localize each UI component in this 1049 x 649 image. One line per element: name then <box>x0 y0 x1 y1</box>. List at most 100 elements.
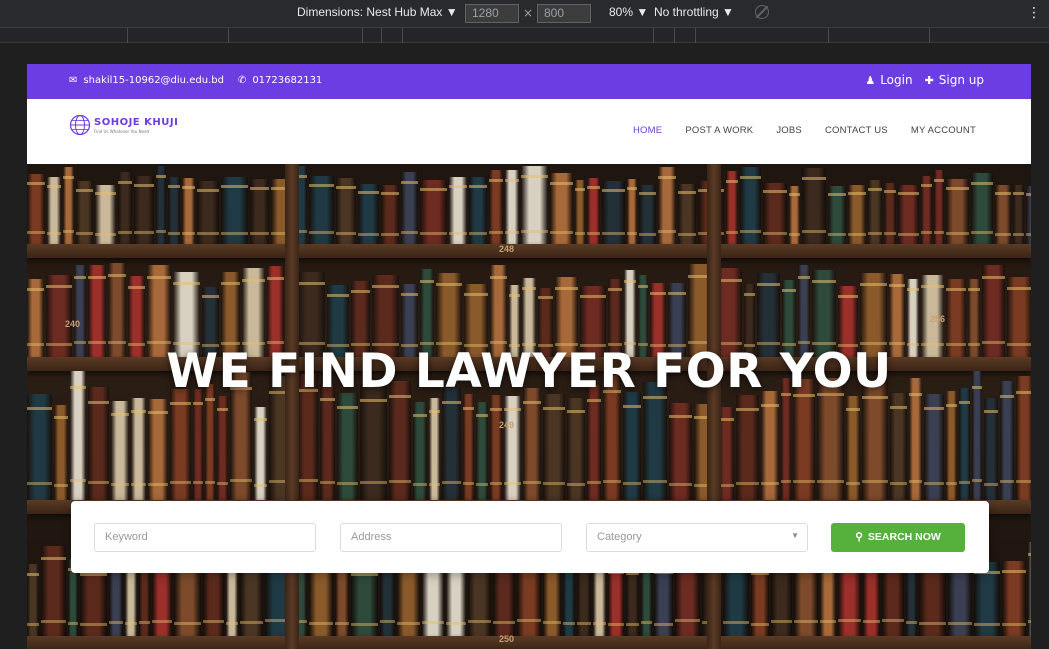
book-spine <box>490 395 502 500</box>
book-spine <box>156 166 166 244</box>
address-input[interactable]: Address <box>340 523 562 552</box>
book-spine <box>623 392 641 500</box>
media-query-ruler[interactable] <box>0 28 1049 43</box>
book-spine <box>337 393 358 500</box>
book-spine <box>336 178 356 244</box>
book-spine <box>217 396 228 500</box>
book-spine <box>587 178 600 244</box>
book-spine <box>959 388 970 500</box>
book-spine <box>193 389 203 500</box>
book-spine <box>381 185 399 244</box>
book-spine <box>921 176 932 244</box>
user-icon: ♟ <box>865 73 876 87</box>
category-select[interactable]: Category ▼ <box>586 523 808 552</box>
contact-info: ✉ shakil15-10962@diu.edu.bd ✆ 0172368213… <box>69 75 322 86</box>
book-spine <box>984 398 998 500</box>
book-spine <box>726 171 738 244</box>
book-spine <box>626 563 639 636</box>
book-spine <box>63 167 74 244</box>
book-spine <box>27 564 39 636</box>
book-spine <box>974 562 1000 636</box>
plus-icon: ✚ <box>924 73 934 87</box>
dimensions-dropdown[interactable]: Dimensions: Nest Hub Max ▼ <box>297 5 458 19</box>
book-spine <box>476 402 488 500</box>
book-spine <box>995 185 1011 244</box>
menu-post-a-work[interactable]: POST A WORK <box>685 125 753 136</box>
main-menu: HOME POST A WORK JOBS CONTACT US MY ACCO… <box>610 125 976 136</box>
book-spine <box>669 403 692 500</box>
book-spine <box>761 391 779 500</box>
book-spine <box>678 184 696 244</box>
book-spine <box>168 177 180 244</box>
book-row <box>27 262 1031 357</box>
book-spine <box>550 173 573 244</box>
book-spine <box>934 170 944 244</box>
book-spine <box>469 177 487 244</box>
book-spine <box>1002 561 1026 636</box>
shelf-label: 250 <box>499 634 515 644</box>
menu-home[interactable]: HOME <box>633 125 662 136</box>
book-spine <box>862 382 888 500</box>
shelf-divider <box>285 164 299 649</box>
category-placeholder: Category <box>597 531 642 543</box>
devtools-device-toolbar: Dimensions: Nest Hub Max ▼ 1280 × 800 80… <box>0 0 1049 28</box>
device-viewport: ✉ shakil15-10962@diu.edu.bd ✆ 0172368213… <box>0 43 1049 649</box>
hero-section: 240 248 256 249 250 WE FIND LAWYER FOR Y… <box>27 164 1031 649</box>
keyword-input[interactable]: Keyword <box>94 523 316 552</box>
rotate-icon[interactable] <box>755 5 769 19</box>
book-spine <box>639 185 656 244</box>
book-spine <box>521 166 548 244</box>
book-spine <box>946 391 957 500</box>
book-spine <box>429 398 440 500</box>
book-spine <box>504 396 521 500</box>
book-spine <box>76 181 93 244</box>
book-spine <box>351 564 378 636</box>
book-spine <box>946 179 969 244</box>
book-spine <box>463 394 474 500</box>
book-spine <box>1013 185 1024 244</box>
book-spine <box>658 167 676 244</box>
book-spine <box>523 388 541 500</box>
menu-contact-us[interactable]: CONTACT US <box>825 125 888 136</box>
book-spine <box>95 185 116 244</box>
book-spine <box>309 176 334 244</box>
search-now-button[interactable]: ⚲ SEARCH NOW <box>831 523 965 552</box>
book-spine <box>890 393 907 500</box>
height-field[interactable]: 800 <box>537 4 591 23</box>
globe-icon <box>69 114 91 136</box>
signup-link[interactable]: Sign up <box>939 73 984 87</box>
book-spine <box>254 407 267 500</box>
search-panel: Keyword Address Category ▼ ⚲ SEARCH NOW <box>71 501 989 573</box>
shelf-label: 256 <box>930 314 946 324</box>
book-spine <box>358 184 379 244</box>
auth-links: ♟ Login ✚ Sign up <box>865 73 984 87</box>
book-spine <box>828 186 846 244</box>
contact-email[interactable]: shakil15-10962@diu.edu.bd <box>83 75 224 86</box>
book-spine <box>736 395 759 500</box>
login-link[interactable]: Login <box>880 73 912 87</box>
zoom-dropdown[interactable]: 80% ▼ <box>609 5 648 19</box>
search-icon: ⚲ <box>855 531 863 543</box>
book-spine <box>131 398 146 500</box>
shelf-label: 248 <box>499 244 515 254</box>
menu-my-account[interactable]: MY ACCOUNT <box>911 125 976 136</box>
book-spine <box>54 405 68 500</box>
site-logo[interactable]: SOHOJE KHUJI Find Us Whatever You Need <box>69 114 178 136</box>
menu-jobs[interactable]: JOBS <box>776 125 802 136</box>
width-field[interactable]: 1280 <box>465 4 519 23</box>
book-spine <box>205 384 215 500</box>
book-spine <box>1026 186 1031 244</box>
book-spine <box>719 407 734 500</box>
book-spine <box>401 172 418 244</box>
shelf-label: 249 <box>499 420 515 430</box>
throttling-dropdown[interactable]: No throttling ▼ <box>654 5 734 19</box>
book-spine <box>449 177 467 244</box>
book-spine <box>148 399 168 500</box>
book-spine <box>608 562 624 636</box>
contact-phone[interactable]: 01723682131 <box>252 75 322 86</box>
more-options-icon[interactable]: ⋮ <box>1027 5 1041 21</box>
book-spine <box>575 180 585 244</box>
book-spine <box>884 183 896 244</box>
book-spine <box>170 389 191 500</box>
book-spine <box>108 263 126 357</box>
